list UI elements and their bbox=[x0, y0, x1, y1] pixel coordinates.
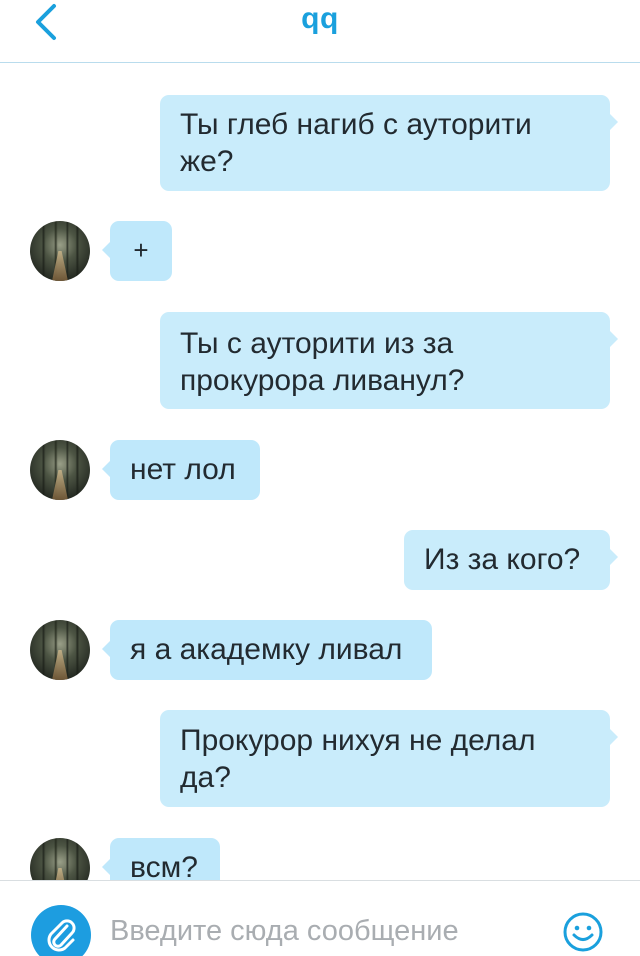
chat-header: qq bbox=[0, 0, 640, 63]
incoming-message-bubble[interactable]: нет лол bbox=[102, 440, 260, 500]
outgoing-message-bubble[interactable]: Ты с ауторити из за прокурора ливанул? bbox=[160, 312, 618, 409]
emoji-button[interactable] bbox=[562, 911, 604, 953]
smiley-icon bbox=[563, 912, 603, 952]
outgoing-message-bubble[interactable]: Из за кого? bbox=[404, 530, 618, 590]
avatar[interactable] bbox=[30, 838, 90, 880]
outgoing-message-bubble[interactable]: Ты глеб нагиб с ауторити же? bbox=[160, 95, 618, 191]
paperclip-icon bbox=[47, 919, 76, 952]
avatar[interactable] bbox=[30, 440, 90, 500]
chat-title[interactable]: qq bbox=[0, 2, 640, 36]
avatar[interactable] bbox=[30, 221, 90, 281]
message-input[interactable] bbox=[110, 911, 540, 951]
incoming-message-bubble[interactable]: я а академку ливал bbox=[102, 620, 432, 680]
chat-screen: qq Ты глеб нагиб с ауторити же? + Ты с а… bbox=[0, 0, 640, 956]
incoming-message-bubble[interactable]: + bbox=[102, 221, 172, 281]
composer-bar bbox=[0, 880, 640, 956]
avatar[interactable] bbox=[30, 620, 90, 680]
incoming-message-bubble[interactable]: всм? bbox=[102, 838, 220, 880]
message-list[interactable]: Ты глеб нагиб с ауторити же? + Ты с ауто… bbox=[0, 63, 640, 880]
outgoing-message-bubble[interactable]: Прокурор нихуя не делал да? bbox=[160, 710, 618, 807]
attach-button[interactable] bbox=[31, 905, 91, 956]
